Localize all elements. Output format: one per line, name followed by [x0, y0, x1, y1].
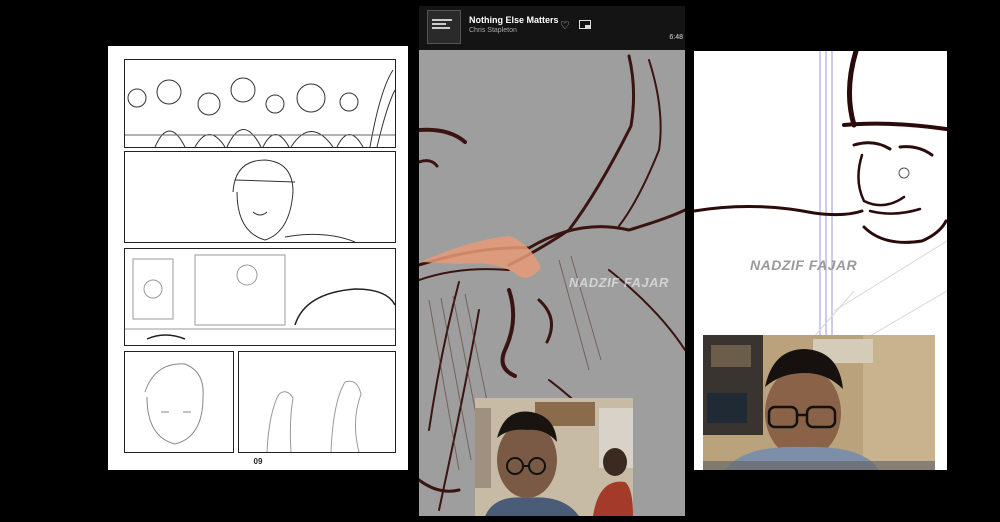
comic-panel-4 — [124, 351, 234, 453]
comic-panel-1 — [124, 59, 396, 148]
music-player-bar: Nothing Else Matters Chris Stapleton ♡ 6… — [419, 6, 685, 50]
page-number: 09 — [253, 457, 263, 466]
crowd-sketch — [125, 69, 395, 147]
face-sketch — [144, 363, 204, 445]
webcam-center — [475, 398, 633, 516]
comic-panel-2 — [124, 151, 396, 243]
watermark-right: NADZIF FAJAR — [750, 257, 858, 273]
comic-page: 09 — [108, 46, 408, 470]
fists-sketch — [266, 380, 362, 452]
album-art[interactable] — [427, 10, 461, 44]
comic-panel-3 — [124, 248, 396, 346]
miniplayer-icon[interactable] — [579, 20, 591, 29]
track-title[interactable]: Nothing Else Matters — [469, 15, 559, 25]
webcam-center-scene — [475, 398, 633, 516]
webcam-right-scene — [703, 335, 935, 470]
heart-icon[interactable]: ♡ — [560, 19, 570, 32]
track-time: 6:48 — [669, 34, 683, 41]
watermark-center: NADZIF FAJAR — [569, 275, 669, 290]
webcam-right — [703, 335, 935, 470]
shouting-figure-sketch — [232, 159, 356, 242]
comic-panel-5 — [238, 351, 396, 453]
track-artist[interactable]: Chris Stapleton — [469, 27, 517, 34]
room-sketch — [125, 254, 395, 340]
skin-stroke — [421, 236, 541, 278]
